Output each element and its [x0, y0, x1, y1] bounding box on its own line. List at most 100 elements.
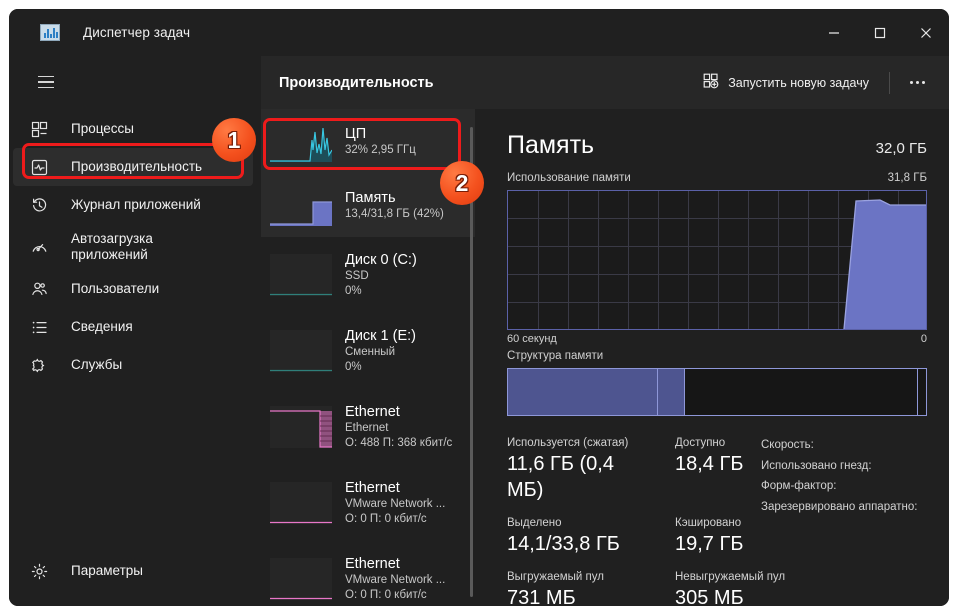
- stat-value: 19,7 ГБ: [675, 533, 744, 555]
- resource-item-disk-1[interactable]: Диск 1 (E:) Сменный 0%: [261, 313, 475, 389]
- resource-text: ЦП 32% 2,95 ГГц: [345, 125, 416, 158]
- stat-row: Выгружаемый пул 731 МБ Невыгружаемый пул…: [507, 569, 927, 606]
- sidebar-item-settings[interactable]: Параметры: [9, 552, 261, 590]
- toolbar-divider: [889, 71, 890, 94]
- minimize-button[interactable]: [811, 9, 857, 56]
- memory-panel: Память 32,0 ГБ Использование памяти 31,8…: [475, 109, 949, 606]
- resource-title: Ethernet: [345, 480, 400, 496]
- memory-graph-labels: Использование памяти 31,8 ГБ: [507, 172, 927, 184]
- stat-label: Используется (сжатая): [507, 437, 629, 449]
- stat-value: 14,1/33,8 ГБ: [507, 533, 620, 555]
- chart-icon: [40, 24, 60, 41]
- stat-label: Кэшировано: [675, 517, 742, 529]
- stat-committed: Выделено 14,1/33,8 ГБ: [507, 515, 635, 557]
- cpu-thumbnail-graph: [270, 120, 332, 162]
- screenshot-root: Диспетчер задач Процессы Производительно…: [0, 0, 958, 615]
- composition-segment-reserved: [917, 369, 926, 415]
- resource-text: Память 13,4/31,8 ГБ (42%): [345, 189, 444, 222]
- task-manager-window: Диспетчер задач Процессы Производительно…: [9, 9, 949, 606]
- resource-item-ethernet-1[interactable]: Ethernet VMware Network ... О: 0 П: 0 кб…: [261, 465, 475, 541]
- resource-text: Диск 1 (E:) Сменный 0%: [345, 327, 416, 375]
- resource-item-cpu[interactable]: ЦП 32% 2,95 ГГц: [261, 109, 475, 173]
- sidebar-item-services[interactable]: Службы: [9, 346, 261, 384]
- memory-stats: Используется (сжатая) 11,6 ГБ (0,4 МБ) Д…: [507, 435, 927, 606]
- window-title: Диспетчер задач: [83, 25, 191, 40]
- annotation-badge-1: 1: [212, 118, 256, 162]
- annotation-badge-2: 2: [440, 161, 484, 205]
- axis-label-left: 60 секунд: [507, 333, 557, 345]
- sidebar-item-label: Пользователи: [71, 281, 160, 296]
- resource-item-ethernet-2[interactable]: Ethernet VMware Network ... О: 0 П: 0 кб…: [261, 541, 475, 606]
- sysinfo-hardware-reserved: Зарезервировано аппаратно:: [761, 500, 918, 513]
- sidebar-item-label: Сведения: [71, 319, 133, 334]
- stat-paged-pool: Выгружаемый пул 731 МБ: [507, 569, 635, 606]
- resource-throughput: О: 0 П: 0 кбит/с: [345, 589, 427, 601]
- resource-title: Ethernet: [345, 556, 400, 572]
- sidebar-item-label: Автозагрузка приложений: [71, 231, 153, 262]
- disk-thumbnail-graph: [270, 254, 332, 296]
- memory-system-info: Скорость: Использовано гнезд: Форм-факто…: [761, 435, 949, 517]
- stat-label: Выгружаемый пул: [507, 571, 604, 583]
- close-button[interactable]: [903, 9, 949, 56]
- sidebar-item-details[interactable]: Сведения: [9, 308, 261, 346]
- disk-thumbnail-graph: [270, 330, 332, 372]
- resource-text: Ethernet Ethernet О: 488 П: 368 кбит/с: [345, 403, 452, 451]
- resource-subtitle: 13,4/31,8 ГБ (42%): [345, 207, 444, 220]
- memory-thumbnail-graph: [270, 184, 332, 226]
- memory-composition-label: Структура памяти: [507, 350, 604, 362]
- stat-in-use: Используется (сжатая) 11,6 ГБ (0,4 МБ): [507, 435, 635, 503]
- resource-title: Ethernet: [345, 404, 400, 420]
- resource-subtitle: 32% 2,95 ГГц: [345, 143, 416, 156]
- hamburger-icon[interactable]: [26, 64, 66, 100]
- resource-usage: 0%: [345, 285, 362, 297]
- resource-text: Ethernet VMware Network ... О: 0 П: 0 кб…: [345, 555, 445, 603]
- window-controls: [811, 9, 949, 56]
- sysinfo-speed: Скорость:: [761, 439, 814, 451]
- sidebar-item-users[interactable]: Пользователи: [9, 270, 261, 308]
- content-header: Производительность Запустить новую задач…: [261, 56, 949, 109]
- sidebar-item-label: Производительность: [71, 159, 203, 174]
- resource-subtitle: VMware Network ...: [345, 574, 446, 586]
- resource-throughput: О: 488 П: 368 кбит/с: [345, 437, 453, 449]
- sidebar-item-app-history[interactable]: Журнал приложений: [9, 186, 261, 224]
- sidebar-item-startup-apps[interactable]: Автозагрузка приложений: [9, 224, 261, 270]
- more-options-icon[interactable]: [901, 69, 933, 97]
- memory-composition-bar: [507, 368, 927, 416]
- memory-graph-max: 31,8 ГБ: [887, 172, 927, 184]
- memory-title: Память: [507, 131, 595, 159]
- resource-item-disk-0[interactable]: Диск 0 (C:) SSD 0%: [261, 237, 475, 313]
- resource-text: Ethernet VMware Network ... О: 0 П: 0 кб…: [345, 479, 445, 527]
- history-icon: [31, 197, 57, 214]
- memory-usage-chart: [507, 190, 927, 330]
- network-thumbnail-graph: [270, 558, 332, 600]
- sidebar-item-label: Процессы: [71, 121, 135, 136]
- stat-label: Невыгружаемый пул: [675, 571, 786, 583]
- sysinfo-slots-used: Использовано гнезд:: [761, 459, 872, 472]
- resource-title: Диск 0 (C:): [345, 252, 417, 268]
- services-icon: [31, 357, 57, 374]
- maximize-button[interactable]: [857, 9, 903, 56]
- resource-title: Память: [345, 189, 396, 206]
- gear-icon: [31, 563, 57, 580]
- sidebar-item-label: Журнал приложений: [71, 197, 201, 212]
- run-new-task-button[interactable]: Запустить новую задачу: [695, 67, 877, 98]
- resource-item-ethernet-0[interactable]: Ethernet Ethernet О: 488 П: 368 кбит/с: [261, 389, 475, 465]
- resource-usage: 0%: [345, 361, 362, 373]
- stat-value: 731 МБ: [507, 587, 576, 606]
- stat-row: Выделено 14,1/33,8 ГБ Кэшировано 19,7 ГБ: [507, 515, 927, 557]
- resource-subtitle: SSD: [345, 270, 369, 282]
- composition-segment-free: [685, 369, 918, 415]
- stat-value: 305 МБ: [675, 587, 744, 606]
- users-icon: [31, 281, 57, 298]
- axis-label-right: 0: [920, 333, 927, 345]
- resource-subtitle: VMware Network ...: [345, 498, 446, 510]
- resource-throughput: О: 0 П: 0 кбит/с: [345, 513, 427, 525]
- resource-subtitle: Ethernet: [345, 422, 389, 434]
- performance-icon: [31, 159, 57, 176]
- memory-usage-label: Использование памяти: [507, 172, 631, 184]
- resource-subtitle: Сменный: [345, 346, 395, 358]
- memory-chart-axis: 60 секунд 0: [507, 333, 927, 345]
- processes-icon: [31, 121, 57, 138]
- title-bar: Диспетчер задач: [9, 9, 949, 56]
- sysinfo-form-factor: Форм-фактор:: [761, 480, 837, 492]
